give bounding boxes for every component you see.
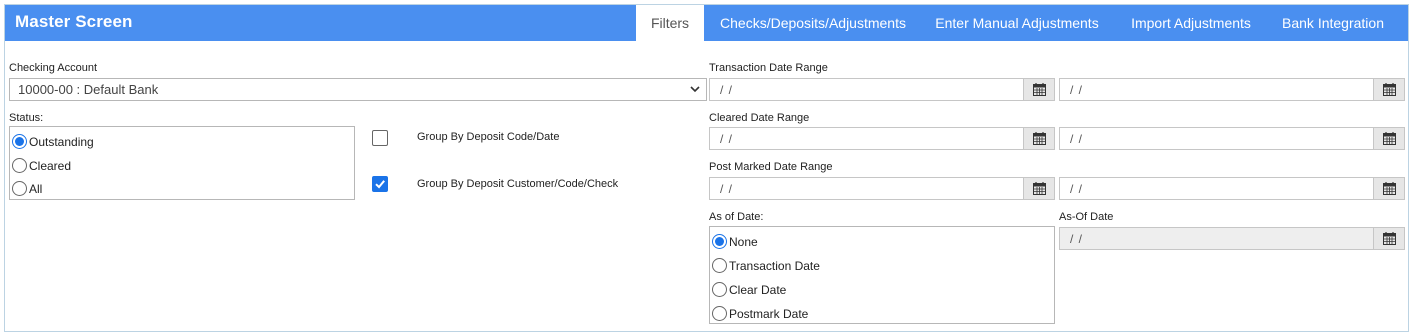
status-option-all[interactable]: All <box>12 181 42 201</box>
header-bar: Master Screen Filters Checks/Deposits/Ad… <box>5 5 1408 41</box>
calendar-icon <box>1383 83 1396 96</box>
calendar-icon <box>1033 132 1046 145</box>
calendar-button[interactable] <box>1373 128 1404 149</box>
calendar-button[interactable] <box>1023 178 1054 199</box>
cleared-date-range-label: Cleared Date Range <box>709 112 810 124</box>
as-of-option-label: Transaction Date <box>729 259 820 273</box>
post-marked-date-to-input[interactable]: / / <box>1059 177 1405 200</box>
checking-account-select[interactable]: 10000-00 : Default Bank <box>9 78 707 101</box>
calendar-button[interactable] <box>1023 79 1054 100</box>
calendar-button[interactable] <box>1373 178 1404 199</box>
checking-account-label: Checking Account <box>9 62 98 74</box>
radio-cleared[interactable] <box>12 158 27 173</box>
post-marked-date-from-input[interactable]: / / <box>709 177 1055 200</box>
calendar-button[interactable] <box>1373 79 1404 100</box>
as-of-option-label: Postmark Date <box>729 307 809 321</box>
as-of-option-none[interactable]: None <box>712 234 758 254</box>
status-option-label: Outstanding <box>29 135 94 149</box>
group-by-deposit-customer-checkbox[interactable] <box>372 176 388 192</box>
as-of-date-input[interactable]: / / <box>1059 227 1405 250</box>
group-by-deposit-code-date-checkbox[interactable] <box>372 130 388 146</box>
transaction-date-from-input[interactable]: / / <box>709 78 1055 101</box>
as-of-option-clear-date[interactable]: Clear Date <box>712 282 786 302</box>
tab-import-adjustments[interactable]: Import Adjustments <box>1120 5 1262 41</box>
as-of-option-label: None <box>729 235 758 249</box>
date-value: / / <box>1070 132 1084 146</box>
transaction-date-range-label: Transaction Date Range <box>709 62 828 74</box>
status-option-label: All <box>29 182 43 196</box>
calendar-icon <box>1033 83 1046 96</box>
status-option-outstanding[interactable]: Outstanding <box>12 134 94 154</box>
date-value: / / <box>1070 182 1084 196</box>
page-title: Master Screen <box>15 12 133 31</box>
calendar-icon <box>1383 182 1396 195</box>
as-of-date-value-label: As-Of Date <box>1059 211 1114 223</box>
group-by-deposit-customer-label: Group By Deposit Customer/Code/Check <box>417 178 619 190</box>
radio-outstanding[interactable] <box>12 134 27 149</box>
date-value: / / <box>720 132 734 146</box>
as-of-date-label: As of Date: <box>709 211 764 223</box>
group-by-deposit-code-date-label: Group By Deposit Code/Date <box>417 131 560 143</box>
status-radio-group: Outstanding Cleared All <box>9 126 355 200</box>
as-of-date-radio-group: None Transaction Date Clear Date Postmar… <box>709 226 1055 324</box>
master-screen-panel: Master Screen Filters Checks/Deposits/Ad… <box>4 4 1409 332</box>
calendar-icon <box>1033 182 1046 195</box>
cleared-date-from-input[interactable]: / / <box>709 127 1055 150</box>
chevron-down-icon <box>690 86 700 93</box>
date-value: / / <box>1070 83 1084 97</box>
as-of-option-transaction-date[interactable]: Transaction Date <box>712 258 820 278</box>
date-value: / / <box>1070 232 1084 246</box>
as-of-option-postmark-date[interactable]: Postmark Date <box>712 306 808 326</box>
radio-transaction-date[interactable] <box>712 258 727 273</box>
as-of-option-label: Clear Date <box>729 283 787 297</box>
status-label: Status: <box>9 112 44 124</box>
radio-none[interactable] <box>712 234 727 249</box>
calendar-icon <box>1383 132 1396 145</box>
status-option-label: Cleared <box>29 159 72 173</box>
tab-enter-manual-adjustments[interactable]: Enter Manual Adjustments <box>926 5 1108 41</box>
post-marked-date-range-label: Post Marked Date Range <box>709 161 833 173</box>
status-option-cleared[interactable]: Cleared <box>12 158 71 178</box>
date-value: / / <box>720 83 734 97</box>
checking-account-value: 10000-00 : Default Bank <box>18 82 159 97</box>
calendar-button[interactable] <box>1023 128 1054 149</box>
radio-clear-date[interactable] <box>712 282 727 297</box>
date-value: / / <box>720 182 734 196</box>
radio-postmark-date[interactable] <box>712 306 727 321</box>
cleared-date-to-input[interactable]: / / <box>1059 127 1405 150</box>
calendar-icon <box>1383 232 1396 245</box>
calendar-button[interactable] <box>1373 228 1404 249</box>
tab-checks-deposits-adjustments[interactable]: Checks/Deposits/Adjustments <box>710 5 916 41</box>
tab-bank-integration[interactable]: Bank Integration <box>1272 5 1394 41</box>
radio-all[interactable] <box>12 181 27 196</box>
tab-filters[interactable]: Filters <box>636 5 704 41</box>
transaction-date-to-input[interactable]: / / <box>1059 78 1405 101</box>
checkmark-icon <box>375 180 385 189</box>
